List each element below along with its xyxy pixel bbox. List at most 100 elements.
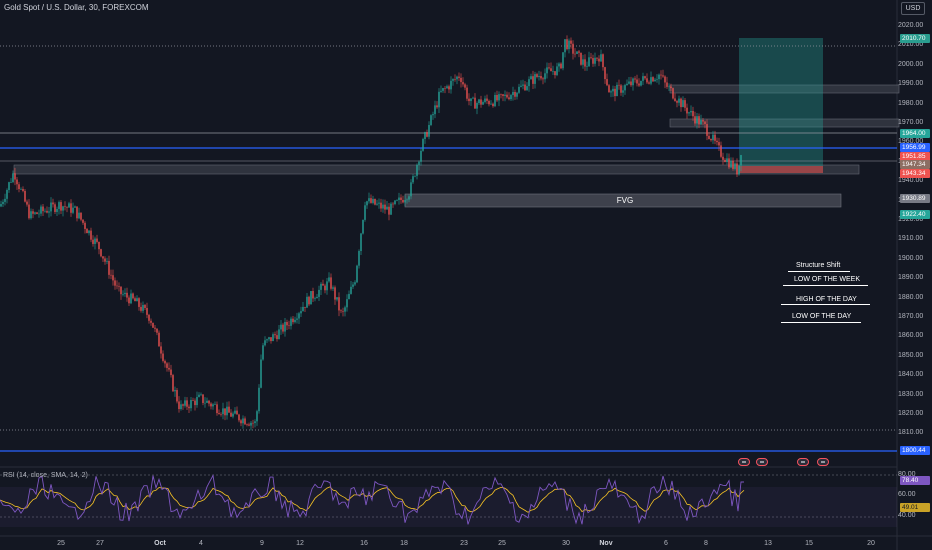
candle-body	[66, 206, 68, 208]
candle-body	[204, 402, 206, 404]
economic-event-icon[interactable]	[738, 458, 750, 466]
candle-body	[702, 120, 704, 122]
candle-body	[452, 79, 454, 81]
candle-body	[298, 313, 300, 319]
candle-body	[226, 406, 228, 416]
candle-body	[148, 314, 150, 321]
candle-body	[242, 418, 244, 424]
candle-body	[624, 85, 626, 91]
candle-body	[336, 297, 338, 300]
price-chart[interactable]	[0, 0, 932, 550]
candle-body	[224, 408, 226, 416]
candle-body	[60, 202, 62, 211]
candle-body	[308, 296, 310, 305]
target-zone	[739, 38, 823, 166]
candle-body	[686, 107, 688, 114]
candle-body	[162, 353, 164, 361]
economic-event-icon[interactable]	[756, 458, 768, 466]
rsi-sma-badge: 49.01	[900, 503, 930, 512]
candle-body	[228, 406, 230, 413]
candle-body	[78, 212, 80, 219]
economic-event-icon[interactable]	[817, 458, 829, 466]
candle-body	[494, 95, 496, 107]
candle-body	[344, 307, 346, 312]
candle-body	[376, 203, 378, 205]
candle-body	[250, 422, 252, 426]
candle-body	[456, 76, 458, 80]
candle-body	[418, 161, 420, 165]
candle-body	[640, 80, 642, 86]
symbol-title[interactable]: Gold Spot / U.S. Dollar, 30, FOREXCOM	[4, 3, 149, 12]
candle-body	[460, 77, 462, 83]
low-of-week-line	[783, 285, 868, 286]
candle-body	[338, 297, 340, 311]
candle-body	[272, 334, 274, 342]
candle-body	[32, 211, 34, 214]
price-tick: 1810.00	[898, 429, 924, 437]
candle-body	[42, 206, 44, 212]
candle-body	[140, 306, 142, 311]
time-tick: 6	[664, 540, 668, 547]
candle-body	[496, 95, 498, 101]
candle-body	[310, 291, 312, 305]
candle-body	[646, 78, 648, 83]
candle-body	[354, 282, 356, 285]
candle-body	[378, 202, 380, 204]
candle-body	[128, 297, 130, 304]
candle-body	[192, 400, 194, 401]
candle-body	[398, 197, 400, 201]
candle-body	[556, 66, 558, 76]
candle-body	[568, 40, 570, 50]
candle-body	[710, 139, 712, 141]
candle-body	[550, 68, 552, 72]
candle-body	[86, 228, 88, 234]
candle-body	[230, 412, 232, 417]
candle-body	[688, 112, 690, 114]
candle-body	[260, 359, 262, 388]
candle-body	[414, 175, 416, 177]
candle-body	[180, 404, 182, 410]
candle-body	[132, 293, 134, 299]
candle-body	[288, 325, 290, 326]
candle-body	[434, 105, 436, 115]
time-tick: 15	[805, 540, 813, 547]
high-of-day-line	[781, 304, 870, 305]
candle-body	[252, 422, 254, 424]
candle-body	[268, 337, 270, 340]
economic-event-icon[interactable]	[797, 458, 809, 466]
candle-body	[36, 212, 38, 214]
candle-body	[668, 86, 670, 88]
candle-body	[166, 363, 168, 368]
rsi-value-badge: 78.40	[900, 476, 930, 485]
candle-body	[82, 219, 84, 223]
candle-body	[98, 241, 100, 250]
candle-body	[416, 164, 418, 176]
price-badge: 1800.44	[900, 446, 930, 455]
candle-body	[342, 311, 344, 312]
candle-body	[318, 289, 320, 297]
candle-body	[352, 284, 354, 287]
candle-body	[454, 79, 456, 80]
candle-body	[384, 204, 386, 210]
candle-body	[222, 408, 224, 415]
rsi-indicator-label[interactable]: RSI (14, close, SMA, 14, 2)	[3, 472, 88, 479]
candle-body	[716, 140, 718, 143]
candle-body	[362, 219, 364, 234]
candle-body	[462, 82, 464, 85]
candle-body	[50, 202, 52, 212]
candle-body	[216, 404, 218, 414]
candle-body	[676, 101, 678, 103]
candle-body	[482, 102, 484, 105]
candle-body	[694, 116, 696, 124]
candle-body	[700, 120, 702, 125]
candle-body	[200, 394, 202, 396]
candle-body	[274, 334, 276, 336]
candle-body	[284, 321, 286, 332]
candle-body	[670, 86, 672, 89]
candle-body	[102, 256, 104, 259]
candle-body	[248, 424, 250, 426]
candle-body	[422, 139, 424, 151]
candle-body	[220, 414, 222, 415]
candle-body	[8, 182, 10, 190]
currency-button[interactable]: USD	[901, 2, 925, 15]
